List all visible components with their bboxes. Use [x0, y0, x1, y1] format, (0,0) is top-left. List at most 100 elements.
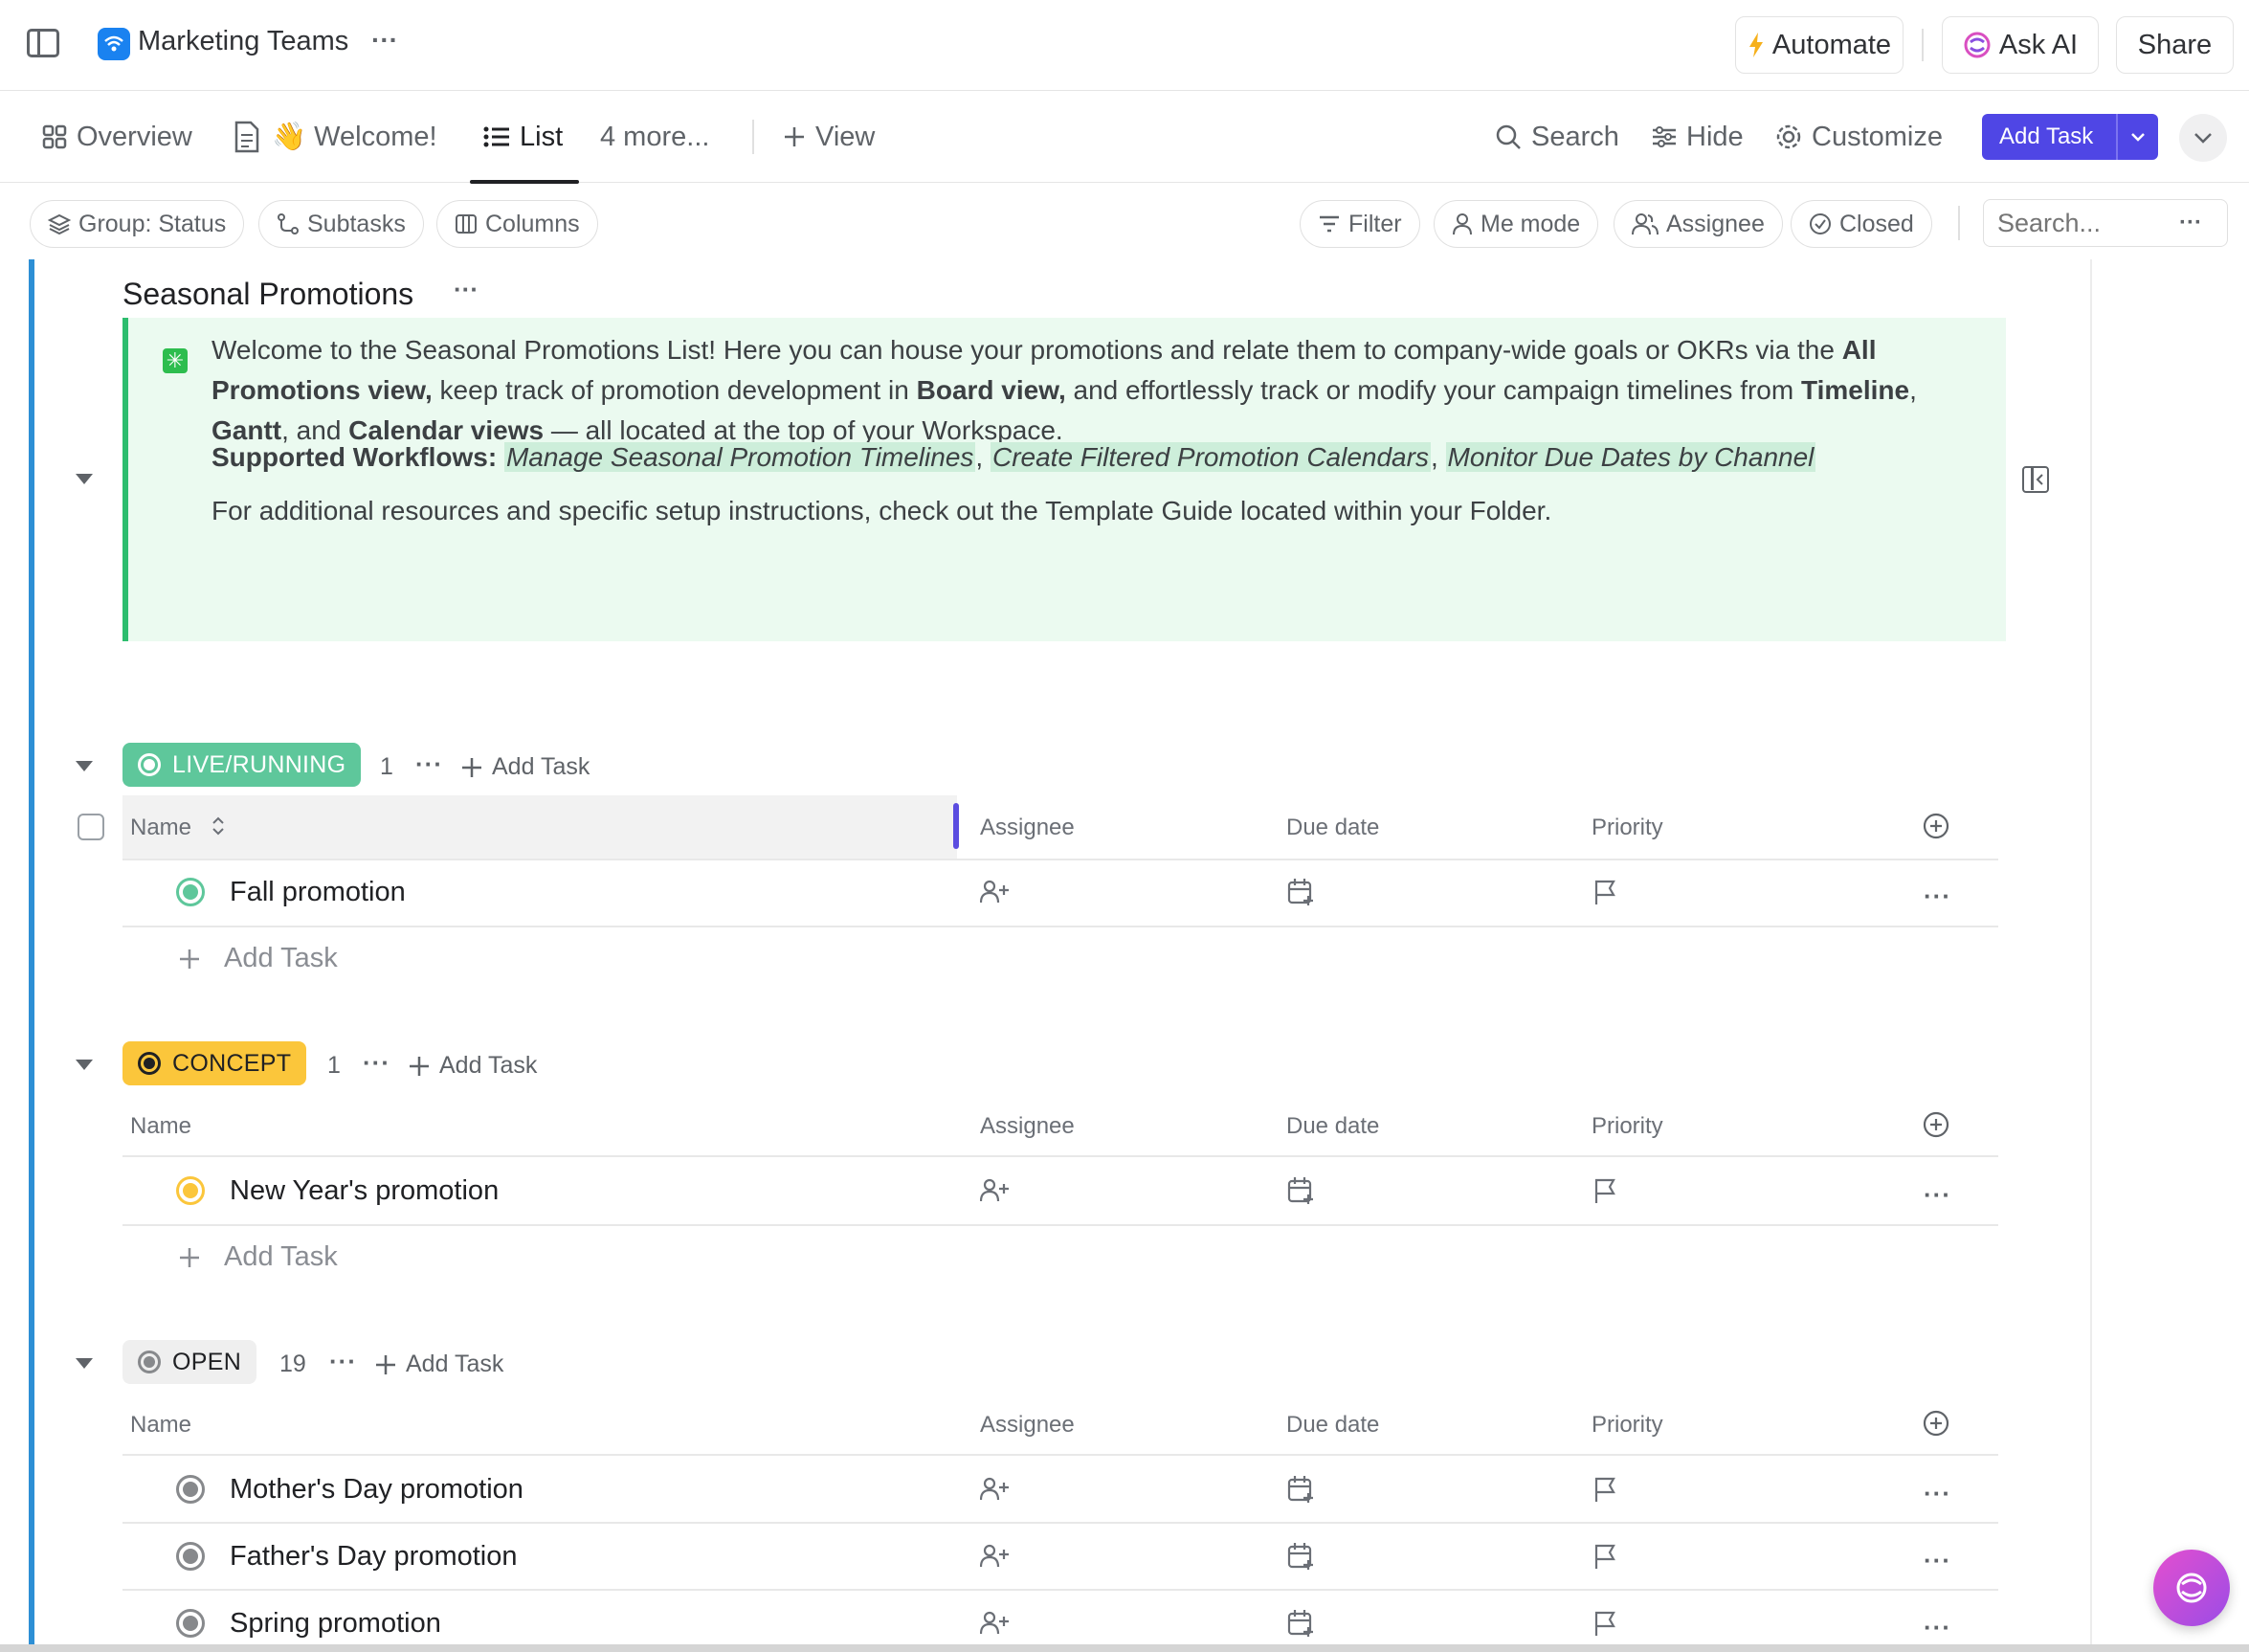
hide-button[interactable]: Hide	[1652, 91, 1744, 183]
assignee-chip[interactable]: Assignee	[1614, 200, 1783, 248]
assign-user-icon[interactable]	[980, 1178, 1011, 1203]
assignee-column-header[interactable]: Assignee	[980, 1113, 1075, 1140]
status-pill-live[interactable]: LIVE/RUNNING	[122, 743, 362, 787]
add-task-row[interactable]: Add Task	[178, 1241, 338, 1273]
priority-flag-icon[interactable]	[1593, 1476, 1616, 1503]
me-mode-chip[interactable]: Me mode	[1434, 200, 1599, 248]
task-more-button[interactable]: ···	[1924, 1479, 1951, 1508]
priority-column-header[interactable]: Priority	[1592, 815, 1663, 841]
calendar-add-icon[interactable]	[1287, 878, 1314, 906]
calendar-add-icon[interactable]	[1287, 1475, 1314, 1504]
add-view-button[interactable]: View	[783, 91, 875, 183]
group-collapse-caret[interactable]	[76, 761, 93, 771]
columns-chip[interactable]: Columns	[436, 200, 598, 248]
search-input[interactable]	[1997, 208, 2179, 238]
name-column-header[interactable]: Name	[130, 1113, 191, 1140]
add-task-row[interactable]: Add Task	[178, 943, 338, 974]
sidebar-toggle-icon[interactable]	[27, 29, 59, 57]
task-name[interactable]: Father's Day promotion	[230, 1541, 518, 1573]
priority-flag-icon[interactable]	[1593, 879, 1616, 905]
group-by-status-chip[interactable]: Group: Status	[30, 200, 245, 248]
ai-assistant-fab[interactable]	[2153, 1550, 2230, 1626]
workspace-more-button[interactable]: ···	[371, 25, 398, 56]
group-collapse-caret[interactable]	[76, 1060, 93, 1070]
group-add-task-button[interactable]: Add Task	[375, 1351, 503, 1378]
subtasks-chip[interactable]: Subtasks	[258, 200, 424, 248]
group-collapse-caret[interactable]	[76, 1358, 93, 1369]
assign-user-icon[interactable]	[980, 1477, 1011, 1502]
priority-flag-icon[interactable]	[1593, 1543, 1616, 1570]
select-all-checkbox[interactable]	[78, 814, 104, 840]
plus-icon	[180, 949, 199, 969]
due-date-column-header[interactable]: Due date	[1286, 1113, 1379, 1140]
task-name[interactable]: Fall promotion	[230, 877, 406, 908]
assignee-column-header[interactable]: Assignee	[980, 1412, 1075, 1439]
workflow-link[interactable]: Monitor Due Dates by Channel	[1445, 442, 1816, 472]
tab-overview[interactable]: Overview	[42, 91, 192, 183]
assign-user-icon[interactable]	[980, 1544, 1011, 1569]
expand-toolbar-button[interactable]	[2179, 114, 2227, 162]
status-pill-concept[interactable]: CONCEPT	[122, 1041, 307, 1085]
group-add-task-button[interactable]: Add Task	[409, 1052, 537, 1080]
customize-button[interactable]: Customize	[1775, 91, 1943, 183]
task-more-button[interactable]: ···	[1924, 1613, 1951, 1642]
tab-list[interactable]: List	[470, 91, 579, 184]
collapse-description-caret[interactable]	[76, 474, 93, 484]
task-more-button[interactable]: ···	[1924, 1546, 1951, 1575]
task-status-icon[interactable]	[176, 1176, 205, 1205]
filter-chip[interactable]: Filter	[1300, 200, 1420, 248]
add-column-icon[interactable]	[1923, 813, 1949, 839]
add-column-icon[interactable]	[1923, 1410, 1949, 1437]
calendar-add-icon[interactable]	[1287, 1176, 1314, 1205]
task-status-icon[interactable]	[176, 1475, 205, 1504]
task-name[interactable]: Mother's Day promotion	[230, 1474, 523, 1506]
priority-flag-icon[interactable]	[1593, 1177, 1616, 1204]
automate-button[interactable]: Automate	[1735, 16, 1904, 74]
description-intro: Welcome to the Seasonal Promotions List!…	[212, 335, 1917, 445]
task-status-icon[interactable]	[176, 1609, 205, 1638]
name-column-header[interactable]: Name	[130, 1412, 191, 1439]
name-column-header[interactable]: Name	[130, 815, 191, 841]
column-resize-handle[interactable]	[953, 803, 959, 849]
status-pill-open[interactable]: OPEN	[122, 1340, 257, 1384]
calendar-add-icon[interactable]	[1287, 1609, 1314, 1638]
task-name[interactable]: Spring promotion	[230, 1608, 441, 1640]
task-status-icon[interactable]	[176, 1542, 205, 1571]
group-add-task-button[interactable]: Add Task	[461, 753, 590, 781]
priority-column-header[interactable]: Priority	[1592, 1412, 1663, 1439]
group-more-button[interactable]: ···	[329, 1347, 357, 1376]
search-options-icon[interactable]: ···	[2179, 210, 2202, 236]
task-name[interactable]: New Year's promotion	[230, 1175, 499, 1207]
search-input-box[interactable]: ···	[1983, 199, 2228, 247]
sort-icon[interactable]	[211, 815, 226, 837]
search-button[interactable]: Search	[1495, 91, 1619, 183]
workflow-link[interactable]: Create Filtered Promotion Calendars	[990, 442, 1431, 472]
list-title-more-button[interactable]: ···	[454, 275, 479, 304]
due-date-column-header[interactable]: Due date	[1286, 815, 1379, 841]
task-more-button[interactable]: ···	[1924, 882, 1951, 911]
due-date-column-header[interactable]: Due date	[1286, 1412, 1379, 1439]
task-status-icon[interactable]	[176, 878, 205, 906]
ask-ai-button[interactable]: Ask AI	[1942, 16, 2099, 74]
add-view-label: View	[815, 121, 876, 152]
assign-user-icon[interactable]	[980, 880, 1011, 904]
closed-chip[interactable]: Closed	[1791, 200, 1932, 248]
add-column-icon[interactable]	[1923, 1111, 1949, 1138]
workflow-link[interactable]: Manage Seasonal Promotion Timelines	[503, 442, 976, 472]
collapse-panel-icon[interactable]	[2022, 466, 2049, 493]
calendar-add-icon[interactable]	[1287, 1542, 1314, 1571]
priority-flag-icon[interactable]	[1593, 1610, 1616, 1637]
tab-welcome[interactable]: 👋 Welcome!	[234, 91, 437, 183]
horizontal-scrollbar[interactable]	[0, 1644, 2249, 1652]
add-task-button[interactable]: Add Task	[1982, 114, 2158, 160]
workspace-name[interactable]: Marketing Teams	[138, 26, 348, 57]
assign-user-icon[interactable]	[980, 1611, 1011, 1636]
chevron-down-icon[interactable]	[2118, 114, 2158, 160]
assignee-column-header[interactable]: Assignee	[980, 815, 1075, 841]
task-more-button[interactable]: ···	[1924, 1180, 1951, 1210]
priority-column-header[interactable]: Priority	[1592, 1113, 1663, 1140]
group-more-button[interactable]: ···	[363, 1048, 390, 1078]
share-button[interactable]: Share	[2116, 16, 2234, 74]
group-more-button[interactable]: ···	[415, 749, 443, 779]
tab-more[interactable]: 4 more...	[600, 91, 709, 183]
